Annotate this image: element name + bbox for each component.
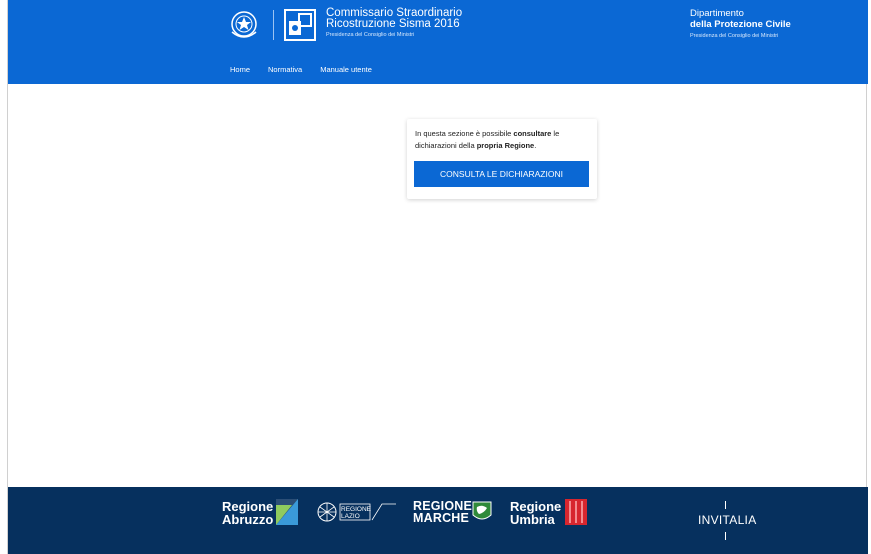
abruzzo-line2: Abruzzo bbox=[222, 512, 274, 527]
marche-logo-icon bbox=[472, 501, 492, 520]
site-footer: Regione Abruzzo REGIONE LAZIO REGIONE MA… bbox=[8, 487, 868, 554]
regione-lazio-logo-icon[interactable]: REGIONE LAZIO bbox=[316, 501, 398, 523]
nav-manuale-utente[interactable]: Manuale utente bbox=[320, 65, 372, 77]
info-text-part1: In questa sezione è possibile bbox=[415, 129, 514, 138]
lazio-line1: REGIONE bbox=[341, 506, 372, 513]
site-header: Commissario Straordinario Ricostruzione … bbox=[8, 0, 868, 84]
site-title-subtitle: Presidenza del Consiglio dei Ministri bbox=[326, 32, 415, 38]
regione-umbria-label[interactable]: Regione Umbria bbox=[510, 500, 561, 526]
app-frame: Commissario Straordinario Ricostruzione … bbox=[7, 0, 868, 554]
invitalia-mark-top bbox=[725, 501, 726, 509]
info-text-bold1: consultare bbox=[513, 129, 552, 138]
site-title-line2: Ricostruzione Sisma 2016 bbox=[326, 18, 460, 30]
umbria-line2: Umbria bbox=[510, 512, 555, 527]
abruzzo-logo-icon bbox=[276, 499, 298, 525]
protezione-civile-brand[interactable]: Dipartimento della Protezione Civile Pre… bbox=[690, 8, 791, 40]
marche-line2: MARCHE bbox=[413, 511, 470, 525]
nav-home[interactable]: Home bbox=[230, 65, 250, 77]
nav-normativa[interactable]: Normativa bbox=[268, 65, 302, 77]
main-nav: Home Normativa Manuale utente bbox=[230, 65, 390, 77]
italian-republic-emblem-icon bbox=[231, 11, 257, 38]
header-divider bbox=[273, 10, 274, 40]
consulta-dichiarazioni-button[interactable]: CONSULTA LE DICHIARAZIONI bbox=[414, 161, 589, 187]
site-title[interactable]: Commissario Straordinario Ricostruzione … bbox=[326, 7, 462, 39]
info-text-bold2: propria Regione bbox=[476, 141, 535, 150]
dpc-subtitle: Presidenza del Consiglio dei Ministri bbox=[690, 33, 779, 39]
dpc-line2: della Protezione Civile bbox=[690, 19, 791, 30]
umbria-logo-icon bbox=[565, 499, 587, 525]
info-text-part3: . bbox=[534, 141, 537, 150]
commissario-logo-icon[interactable] bbox=[284, 9, 316, 41]
regione-abruzzo-label[interactable]: Regione Abruzzo bbox=[222, 500, 273, 526]
invitalia-mark-bottom bbox=[725, 532, 726, 540]
info-card-text: In questa sezione è possibile consultare… bbox=[415, 128, 593, 152]
lazio-line2: LAZIO bbox=[341, 513, 360, 520]
info-card: In questa sezione è possibile consultare… bbox=[407, 119, 597, 199]
dpc-line1: Dipartimento bbox=[690, 8, 744, 19]
invitalia-logo[interactable]: INVITALIA bbox=[698, 513, 757, 527]
regione-marche-label[interactable]: REGIONE MARCHE bbox=[413, 500, 472, 525]
